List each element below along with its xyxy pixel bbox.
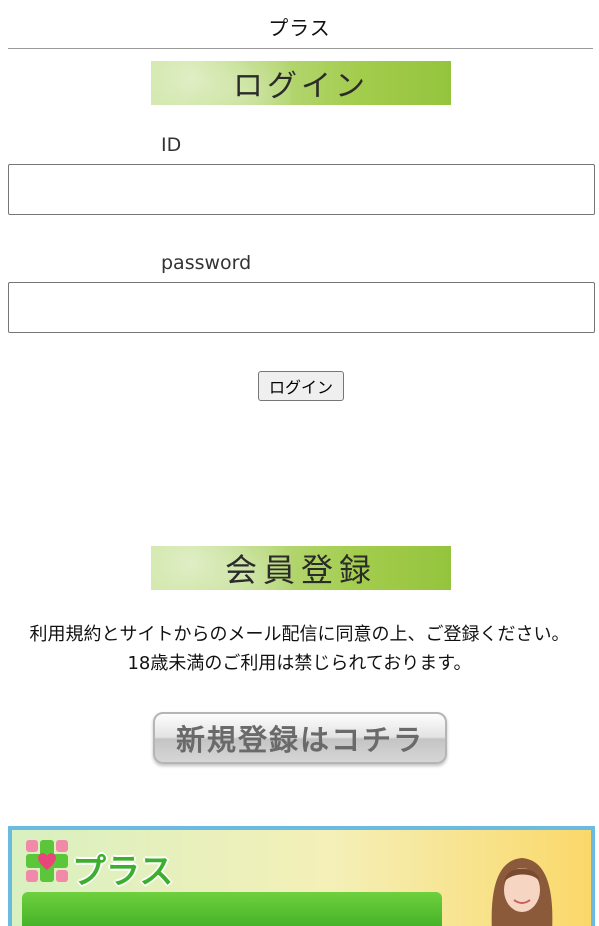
consent-terms-line: 利用規約とサイトからのメール配信に同意の上、ご登録ください。 bbox=[29, 624, 570, 645]
login-heading-banner: ログイン bbox=[151, 61, 451, 105]
signup-button[interactable]: 新規登録はコチラ bbox=[153, 712, 447, 764]
promo-brand-text: プラス bbox=[72, 852, 174, 892]
age-restriction-line: 18歳未満のご利用は禁じられております。 bbox=[127, 653, 472, 674]
promo-headline-band bbox=[22, 892, 442, 926]
id-label: ID bbox=[161, 134, 182, 156]
promo-model-photo bbox=[491, 858, 553, 926]
promo-banner[interactable]: プラス bbox=[8, 826, 595, 926]
id-input[interactable] bbox=[8, 164, 595, 215]
site-title: プラス bbox=[268, 16, 331, 40]
login-heading-text: ログイン bbox=[233, 69, 369, 104]
login-button[interactable]: ログイン bbox=[258, 371, 344, 401]
signup-button-label: 新規登録はコチラ bbox=[175, 723, 424, 757]
plus-heart-logo-icon bbox=[26, 840, 68, 882]
register-heading-text: 会員登録 bbox=[224, 551, 377, 589]
consent-text: 利用規約とサイトからのメール配信に同意の上、ご登録ください。 18歳未満のご利用… bbox=[14, 620, 585, 678]
password-label: password bbox=[161, 252, 252, 274]
password-input[interactable] bbox=[8, 282, 595, 333]
register-heading-banner: 会員登録 bbox=[151, 546, 451, 590]
header-divider bbox=[8, 48, 593, 49]
